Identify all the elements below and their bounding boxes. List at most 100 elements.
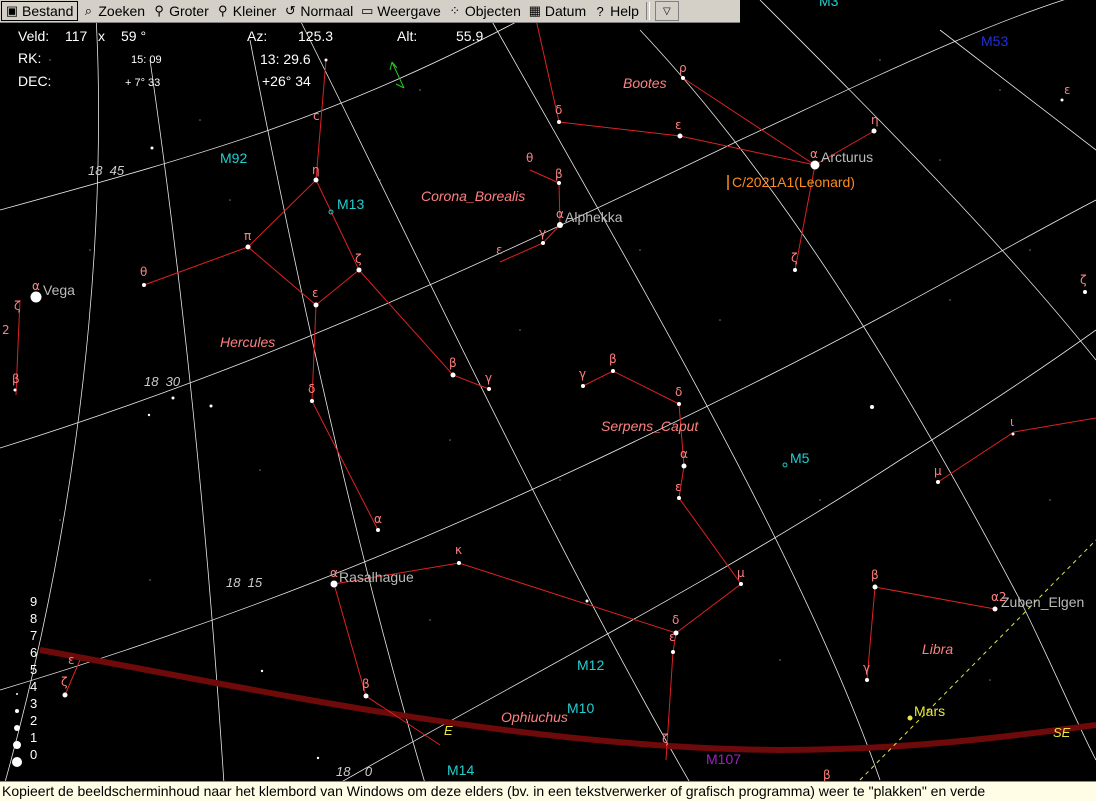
chevron-down-icon[interactable]: ▽ — [654, 1, 679, 21]
planet-mars[interactable]: Mars — [914, 703, 945, 719]
svg-text:ζ: ζ — [1080, 273, 1087, 287]
star-arcturus[interactable]: Arcturus — [821, 149, 873, 165]
svg-text:α: α — [330, 566, 338, 580]
svg-text:ε: ε — [675, 480, 682, 494]
objects-icon: ⁘ — [449, 3, 461, 18]
veld-times: x — [98, 28, 105, 44]
magnitude-label: 8 — [30, 611, 38, 626]
constellation-hercules[interactable]: Hercules — [220, 334, 275, 350]
magnitude-scale: 9 8 7 6 5 4 3 2 1 0 — [30, 594, 60, 774]
svg-text:α: α — [680, 447, 688, 461]
messier-m107[interactable]: M107 — [706, 751, 741, 767]
comet-label[interactable]: C/2021A1(Leonard) — [732, 174, 855, 190]
constellation-serpens-caput[interactable]: Serpens_Caput — [601, 418, 698, 434]
menu-label: Datum — [544, 3, 587, 19]
svg-text:β: β — [823, 768, 831, 782]
menu-normaal[interactable]: ↺ Normaal — [280, 1, 357, 21]
constellation-corona-borealis[interactable]: Corona_Borealis — [421, 188, 525, 204]
dec-label: DEC: — [18, 73, 52, 89]
calendar-icon: ▦ — [528, 3, 542, 18]
svg-text:β: β — [362, 677, 370, 691]
svg-text:γ: γ — [485, 371, 492, 385]
constellation-libra[interactable]: Libra — [922, 641, 953, 657]
svg-text:2: 2 — [2, 323, 10, 337]
menu-datum[interactable]: ▦ Datum — [525, 1, 590, 21]
zoom-in-icon: ⚲ — [154, 3, 164, 18]
star-rasalhague[interactable]: Rasalhague — [339, 569, 414, 585]
svg-text:δ: δ — [308, 382, 315, 396]
svg-text:α: α — [32, 279, 40, 293]
svg-text:c: c — [313, 109, 320, 123]
menu-label: Normaal — [300, 3, 354, 19]
magnitude-label: 6 — [30, 645, 38, 660]
svg-text:ζ: ζ — [791, 251, 798, 265]
svg-text:ε: ε — [68, 653, 75, 667]
svg-text:γ: γ — [539, 226, 546, 240]
menu-objecten[interactable]: ⁘ Objecten — [445, 1, 525, 21]
svg-text:γ: γ — [579, 367, 586, 381]
menu-label: Objecten — [464, 3, 521, 19]
grid-label: 18 30 — [144, 374, 181, 389]
svg-text:ζ: ζ — [355, 252, 362, 266]
messier-m5[interactable]: M5 — [790, 450, 809, 466]
veld-height: 59 ° — [121, 28, 147, 44]
magnitude-label: 3 — [30, 696, 38, 711]
svg-text:μ: μ — [737, 566, 745, 580]
info-panel: Veld: 117 x 59 ° RK: 15: 09 DEC: + 7° 33… — [0, 22, 483, 92]
messier-m53[interactable]: M53 — [981, 33, 1008, 49]
svg-text:ε: ε — [669, 630, 676, 644]
help-icon: ? — [596, 3, 604, 19]
menu-kleiner[interactable]: ⚲ Kleiner — [213, 1, 281, 21]
menu-zoeken[interactable]: ⌕ Zoeken — [78, 1, 149, 21]
svg-text:π: π — [244, 229, 251, 243]
svg-text:β: β — [12, 372, 20, 386]
messier-markers — [328, 209, 788, 468]
svg-text:α: α — [810, 147, 818, 161]
star-vega[interactable]: Vega — [43, 282, 75, 298]
svg-text:μ: μ — [934, 464, 942, 478]
status-bar: Kopieert de beeldscherminhoud naar het k… — [0, 781, 1096, 801]
messier-m13[interactable]: M13 — [337, 196, 364, 212]
svg-text:η: η — [871, 113, 879, 127]
binoculars-icon: ⌕ — [84, 3, 93, 18]
svg-text:κ: κ — [455, 543, 462, 557]
menu-help[interactable]: ? Help — [590, 1, 643, 21]
svg-text:δ: δ — [672, 613, 679, 627]
menu-groter[interactable]: ⚲ Groter — [149, 1, 213, 21]
svg-text:ε: ε — [312, 286, 319, 300]
grid-label: 18 15 — [226, 575, 263, 590]
star-alphekka[interactable]: Alphekka — [565, 209, 623, 225]
svg-text:β: β — [871, 568, 879, 582]
svg-text:θ: θ — [140, 265, 147, 279]
star-zuben-elgen[interactable]: Zuben_Elgen — [1001, 594, 1084, 610]
sky-chart[interactable]: ρηα δεζ θβα γεη cζε πθβ γδα γβδ αεμ δεκ … — [0, 0, 1096, 800]
menu-weergave[interactable]: ▭ Weergave — [357, 1, 445, 21]
svg-text:ζ: ζ — [14, 299, 21, 313]
messier-m10[interactable]: M10 — [567, 700, 594, 716]
messier-m12[interactable]: M12 — [577, 657, 604, 673]
rk-value: 15: 09 — [131, 54, 162, 66]
menu-label: Kleiner — [232, 3, 277, 19]
svg-text:β: β — [449, 356, 457, 370]
reset-icon: ↺ — [284, 3, 296, 18]
messier-m3[interactable]: M3 — [819, 0, 838, 9]
svg-text:β: β — [609, 352, 617, 366]
magnitude-label: 5 — [30, 662, 38, 677]
svg-text:η: η — [312, 163, 320, 177]
menu-bestand[interactable]: ▣ Bestand — [1, 1, 79, 21]
toolbar: ▣ Bestand ⌕ Zoeken ⚲ Groter ⚲ Kleiner ↺ Norma… — [0, 0, 740, 23]
star-dust — [49, 59, 1051, 681]
menu-separator — [645, 2, 650, 20]
svg-text:θ: θ — [526, 151, 533, 165]
svg-text:ζ: ζ — [61, 675, 68, 689]
direction-arrows — [389, 61, 405, 89]
messier-m92[interactable]: M92 — [220, 150, 247, 166]
svg-text:γ: γ — [863, 661, 870, 675]
constellation-ophiuchus[interactable]: Ophiuchus — [501, 709, 568, 725]
grid-label: 18 0 — [336, 764, 373, 779]
svg-text:δ: δ — [675, 385, 682, 399]
constellation-bootes[interactable]: Bootes — [623, 75, 667, 91]
messier-m14[interactable]: M14 — [447, 762, 474, 778]
veld-width: 117 — [65, 28, 88, 44]
svg-text:α: α — [556, 207, 564, 221]
